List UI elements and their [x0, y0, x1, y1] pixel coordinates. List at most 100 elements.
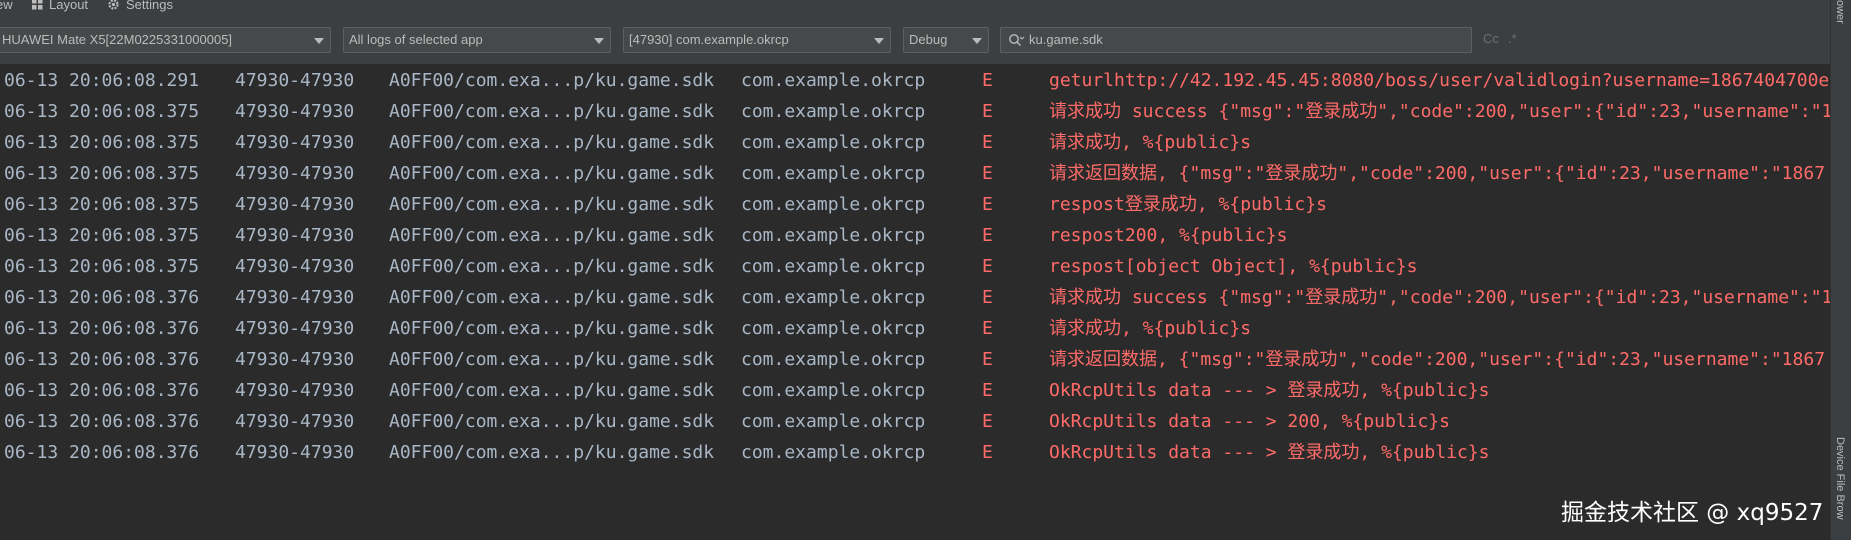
log-time: 06-13 20:06:08.376 [4, 411, 200, 432]
log-time: 06-13 20:06:08.376 [4, 380, 200, 401]
log-row[interactable]: 06-13 20:06:08.375 47930-47930 A0FF00/com.… [0, 96, 1830, 127]
log-pid: 47930-47930 [235, 349, 355, 370]
log-time: 06-13 20:06:08.376 [4, 349, 200, 370]
log-message: respost200, %{public}s [1049, 225, 1288, 246]
log-tag: A0FF00/com.exa...p/ku.game.sdk [389, 318, 715, 339]
log-pid: 47930-47930 [235, 101, 355, 122]
log-pid: 47930-47930 [235, 380, 355, 401]
log-pid: 47930-47930 [235, 442, 355, 463]
search-icon [1009, 34, 1025, 46]
log-tag: A0FF00/com.exa...p/ku.game.sdk [389, 163, 715, 184]
log-time: 06-13 20:06:08.375 [4, 101, 200, 122]
device-file-browser-tab[interactable]: Device File Brow [1834, 437, 1846, 520]
log-time: 06-13 20:06:08.375 [4, 132, 200, 153]
log-tag: A0FF00/com.exa...p/ku.game.sdk [389, 380, 715, 401]
log-level: E [982, 442, 993, 463]
match-case-toggle[interactable]: Cc [1483, 31, 1499, 46]
logcat-filter-toolbar: HUAWEI Mate X5[22M0225331000005] All log… [0, 14, 1830, 65]
log-time: 06-13 20:06:08.376 [4, 287, 200, 308]
view-menu-label: ew [0, 0, 13, 12]
log-pid: 47930-47930 [235, 163, 355, 184]
log-package: com.example.okrcp [741, 225, 926, 246]
log-level: E [982, 225, 993, 246]
log-message: respost[object Object], %{public}s [1049, 256, 1418, 277]
log-message: OkRcpUtils data --- > 200, %{public}s [1049, 411, 1450, 432]
log-row[interactable]: 06-13 20:06:08.375 47930-47930 A0FF00/com.… [0, 189, 1830, 220]
log-pid: 47930-47930 [235, 225, 355, 246]
device-selector[interactable]: HUAWEI Mate X5[22M0225331000005] [0, 27, 331, 53]
process-selector[interactable]: [47930] com.example.okrcp [623, 27, 891, 53]
log-row[interactable]: 06-13 20:06:08.375 47930-47930 A0FF00/com.… [0, 220, 1830, 251]
log-level: E [982, 380, 993, 401]
log-tag: A0FF00/com.exa...p/ku.game.sdk [389, 225, 715, 246]
log-pid: 47930-47930 [235, 132, 355, 153]
log-level-selector[interactable]: Debug [903, 27, 989, 53]
log-message: 请求返回数据, {"msg":"登录成功","code":200,"user":… [1049, 163, 1826, 184]
log-row[interactable]: 06-13 20:06:08.376 47930-47930 A0FF00/com.… [0, 437, 1830, 468]
log-message: geturlhttp://42.192.45.45:8080/boss/user… [1049, 70, 1830, 91]
log-time: 06-13 20:06:08.375 [4, 194, 200, 215]
log-tag: A0FF00/com.exa...p/ku.game.sdk [389, 70, 715, 91]
log-message: respost登录成功, %{public}s [1049, 194, 1327, 215]
log-time: 06-13 20:06:08.375 [4, 163, 200, 184]
log-package: com.example.okrcp [741, 132, 926, 153]
log-tag: A0FF00/com.exa...p/ku.game.sdk [389, 442, 715, 463]
right-tool-window-strip: ower Device File Brow [1830, 0, 1851, 540]
log-row[interactable]: 06-13 20:06:08.376 47930-47930 A0FF00/com.… [0, 313, 1830, 344]
log-package: com.example.okrcp [741, 163, 926, 184]
log-message: 请求成功, %{public}s [1049, 132, 1252, 153]
settings-menu[interactable]: Settings [107, 0, 173, 12]
regex-toggle[interactable]: .* [1508, 31, 1517, 46]
log-message: 请求成功 success {"msg":"登录成功","code":200,"u… [1049, 287, 1830, 308]
log-scope-value: All logs of selected app [349, 32, 483, 47]
log-package: com.example.okrcp [741, 101, 926, 122]
log-message: 请求成功 success {"msg":"登录成功","code":200,"u… [1049, 101, 1830, 122]
log-row[interactable]: 06-13 20:06:08.376 47930-47930 A0FF00/com.… [0, 375, 1830, 406]
layout-menu-label: Layout [49, 0, 89, 12]
process-selector-value: [47930] com.example.okrcp [629, 32, 789, 47]
log-search-input[interactable]: ku.game.sdk [1000, 27, 1472, 53]
chevron-down-icon [972, 38, 982, 44]
settings-menu-label: Settings [126, 0, 173, 12]
log-level: E [982, 318, 993, 339]
log-package: com.example.okrcp [741, 287, 926, 308]
log-row[interactable]: 06-13 20:06:08.375 47930-47930 A0FF00/com.… [0, 127, 1830, 158]
log-row[interactable]: 06-13 20:06:08.291 47930-47930 A0FF00/com.… [0, 65, 1830, 96]
log-tag: A0FF00/com.exa...p/ku.game.sdk [389, 287, 715, 308]
power-tool-tab[interactable]: ower [1834, 0, 1846, 24]
log-row[interactable]: 06-13 20:06:08.376 47930-47930 A0FF00/com.… [0, 344, 1830, 375]
log-package: com.example.okrcp [741, 194, 926, 215]
log-level-value: Debug [909, 32, 948, 47]
log-message: 请求返回数据, {"msg":"登录成功","code":200,"user":… [1049, 349, 1826, 370]
log-pid: 47930-47930 [235, 194, 355, 215]
log-package: com.example.okrcp [741, 380, 926, 401]
log-level: E [982, 132, 993, 153]
log-package: com.example.okrcp [741, 256, 926, 277]
chevron-down-icon [314, 38, 324, 44]
log-level: E [982, 70, 993, 91]
log-message: 请求成功, %{public}s [1049, 318, 1252, 339]
log-row[interactable]: 06-13 20:06:08.375 47930-47930 A0FF00/com.… [0, 251, 1830, 282]
view-menu[interactable]: ew [0, 0, 13, 12]
log-level: E [982, 256, 993, 277]
log-level: E [982, 349, 993, 370]
layout-grid-icon [32, 0, 43, 10]
log-package: com.example.okrcp [741, 70, 926, 91]
log-time: 06-13 20:06:08.375 [4, 256, 200, 277]
log-tag: A0FF00/com.exa...p/ku.game.sdk [389, 411, 715, 432]
log-level: E [982, 194, 993, 215]
log-level: E [982, 101, 993, 122]
log-row[interactable]: 06-13 20:06:08.375 47930-47930 A0FF00/com.… [0, 158, 1830, 189]
logcat-output[interactable]: 06-13 20:06:08.291 47930-47930 A0FF00/com.… [0, 64, 1830, 540]
log-pid: 47930-47930 [235, 411, 355, 432]
log-row[interactable]: 06-13 20:06:08.376 47930-47930 A0FF00/com.… [0, 406, 1830, 437]
log-level: E [982, 287, 993, 308]
log-pid: 47930-47930 [235, 287, 355, 308]
log-row[interactable]: 06-13 20:06:08.376 47930-47930 A0FF00/com.… [0, 282, 1830, 313]
layout-menu[interactable]: Layout [32, 0, 88, 12]
search-input-value: ku.game.sdk [1029, 32, 1103, 47]
log-package: com.example.okrcp [741, 349, 926, 370]
log-scope-selector[interactable]: All logs of selected app [343, 27, 611, 53]
log-package: com.example.okrcp [741, 442, 926, 463]
watermark: 掘金技术社区 @ xq9527 [1561, 500, 1824, 526]
